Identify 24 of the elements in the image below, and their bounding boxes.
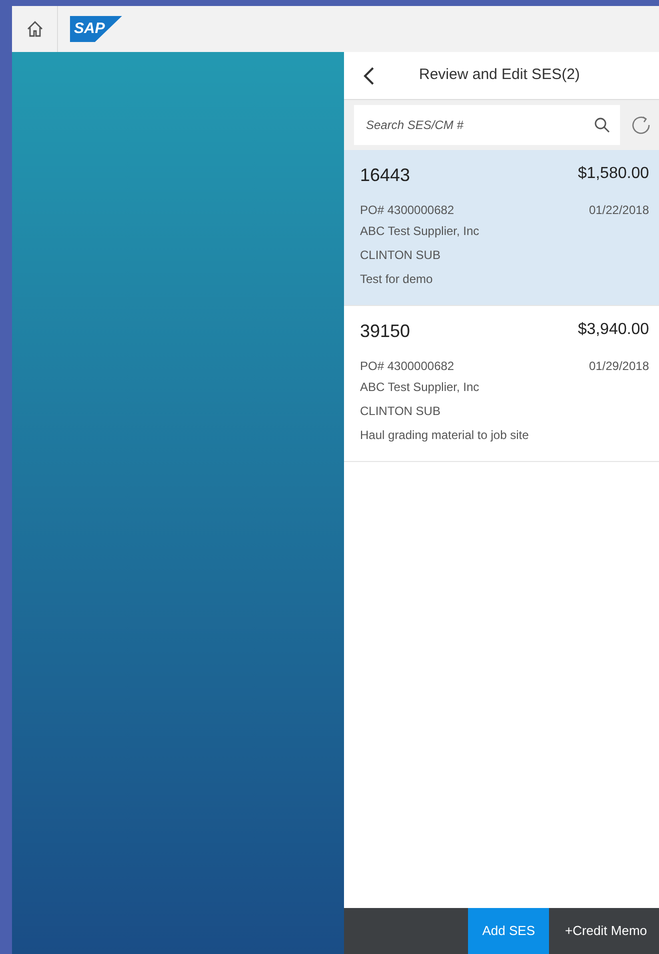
site-name: CLINTON SUB	[360, 248, 440, 262]
search-icon	[594, 117, 610, 133]
back-icon	[363, 66, 375, 86]
home-icon	[26, 20, 44, 38]
item-description: Test for demo	[360, 272, 433, 286]
search-field[interactable]: Search SES/CM #	[354, 105, 620, 145]
refresh-icon[interactable]	[632, 115, 650, 135]
supplier-name: ABC Test Supplier, Inc	[360, 224, 480, 238]
po-number: PO# 4300000682	[360, 202, 454, 219]
item-number: 39150	[360, 320, 410, 343]
item-date: 01/29/2018	[588, 358, 649, 375]
item-amount: $3,940.00	[578, 320, 649, 340]
list-item[interactable]: 16443 $1,580.00 PO# 4300000682 01/22/2018 ABC Test Supplier, Inc CLINTON SUB Test for demo	[344, 150, 659, 306]
list-item[interactable]: 39150 $3,940.00 PO# 4300000682 01/29/2018 ABC Test Supplier, Inc CLINTON SUB Haul grading material to job site	[344, 306, 659, 462]
item-description: Haul grading material to job site	[360, 428, 529, 442]
panel-title: Review and Edit SES(2)	[419, 65, 580, 86]
credit-memo-button[interactable]: +Credit Memo	[553, 908, 659, 954]
item-number: 16443	[360, 164, 410, 187]
item-amount: $1,580.00	[578, 164, 649, 184]
po-number: PO# 4300000682	[360, 358, 454, 375]
logo: SAP	[70, 16, 122, 42]
site-name: CLINTON SUB	[360, 404, 440, 418]
item-date: 01/22/2018	[588, 202, 649, 219]
supplier-name: ABC Test Supplier, Inc	[360, 380, 480, 394]
